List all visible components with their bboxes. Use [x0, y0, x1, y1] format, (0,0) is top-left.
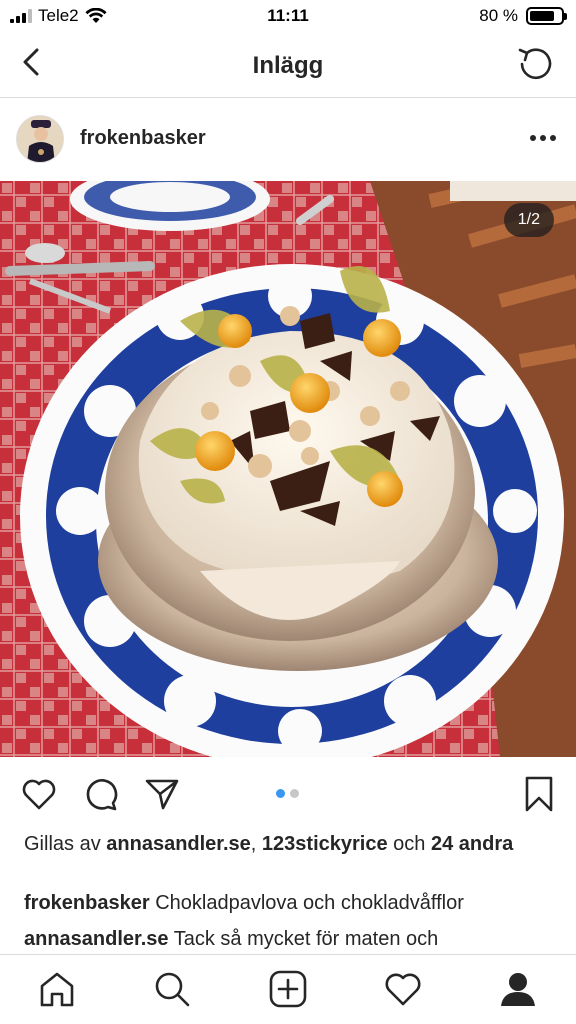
- likes-summary: Gillas av annasandler.se, 123stickyrice …: [24, 831, 552, 857]
- status-bar: Tele2 11:11 80 %: [0, 0, 576, 32]
- battery-fill: [530, 11, 554, 21]
- battery-icon: [526, 7, 567, 25]
- more-options-icon[interactable]: [530, 135, 556, 141]
- heart-icon[interactable]: [20, 775, 58, 813]
- comment-icon[interactable]: [82, 775, 120, 813]
- comment-text: Tack så mycket för maten och: [173, 928, 439, 950]
- carousel-dot: [276, 789, 285, 798]
- liker-link[interactable]: annasandler.se: [106, 833, 251, 855]
- tab-bar: [0, 954, 576, 1024]
- likes-count[interactable]: 24: [431, 833, 453, 855]
- carousel-indicator: [276, 789, 299, 798]
- page-title: Inlägg: [252, 52, 324, 79]
- likes-conjunction: och: [393, 833, 426, 855]
- pavlova-image: [0, 181, 576, 757]
- avatar[interactable]: [16, 115, 64, 163]
- likes-suffix[interactable]: andra: [459, 833, 513, 855]
- likes-separator: ,: [250, 833, 257, 855]
- liker-link[interactable]: 123stickyrice: [262, 833, 388, 855]
- battery-group: 80 %: [479, 6, 567, 26]
- nav-header: Inlägg: [0, 32, 576, 98]
- post-username[interactable]: frokenbasker: [80, 127, 206, 150]
- refresh-icon[interactable]: [516, 44, 554, 82]
- post-header: frokenbasker: [0, 99, 576, 181]
- battery-percent: 80 %: [479, 6, 518, 25]
- image-counter: 1/2: [503, 203, 554, 237]
- likes-prefix: Gillas av: [24, 833, 101, 855]
- bookmark-icon[interactable]: [520, 775, 558, 813]
- comment-username[interactable]: annasandler.se: [24, 928, 169, 950]
- share-icon[interactable]: [143, 775, 181, 813]
- avatar-image: [17, 116, 63, 162]
- caption-username[interactable]: frokenbasker: [24, 892, 150, 914]
- caption-text: Chokladpavlova och chokladvåfflor: [155, 892, 464, 914]
- action-bar: [0, 757, 576, 829]
- carousel-dot: [290, 789, 299, 798]
- comment-preview: annasandler.se Tack så mycket för maten …: [24, 926, 552, 952]
- add-icon[interactable]: [268, 969, 308, 1009]
- post-photo[interactable]: 1/2: [0, 181, 576, 757]
- search-icon[interactable]: [152, 969, 192, 1009]
- profile-icon[interactable]: [498, 969, 538, 1009]
- home-icon[interactable]: [37, 969, 77, 1009]
- activity-icon[interactable]: [383, 969, 423, 1009]
- post-caption: frokenbasker Chokladpavlova och chokladv…: [24, 890, 552, 916]
